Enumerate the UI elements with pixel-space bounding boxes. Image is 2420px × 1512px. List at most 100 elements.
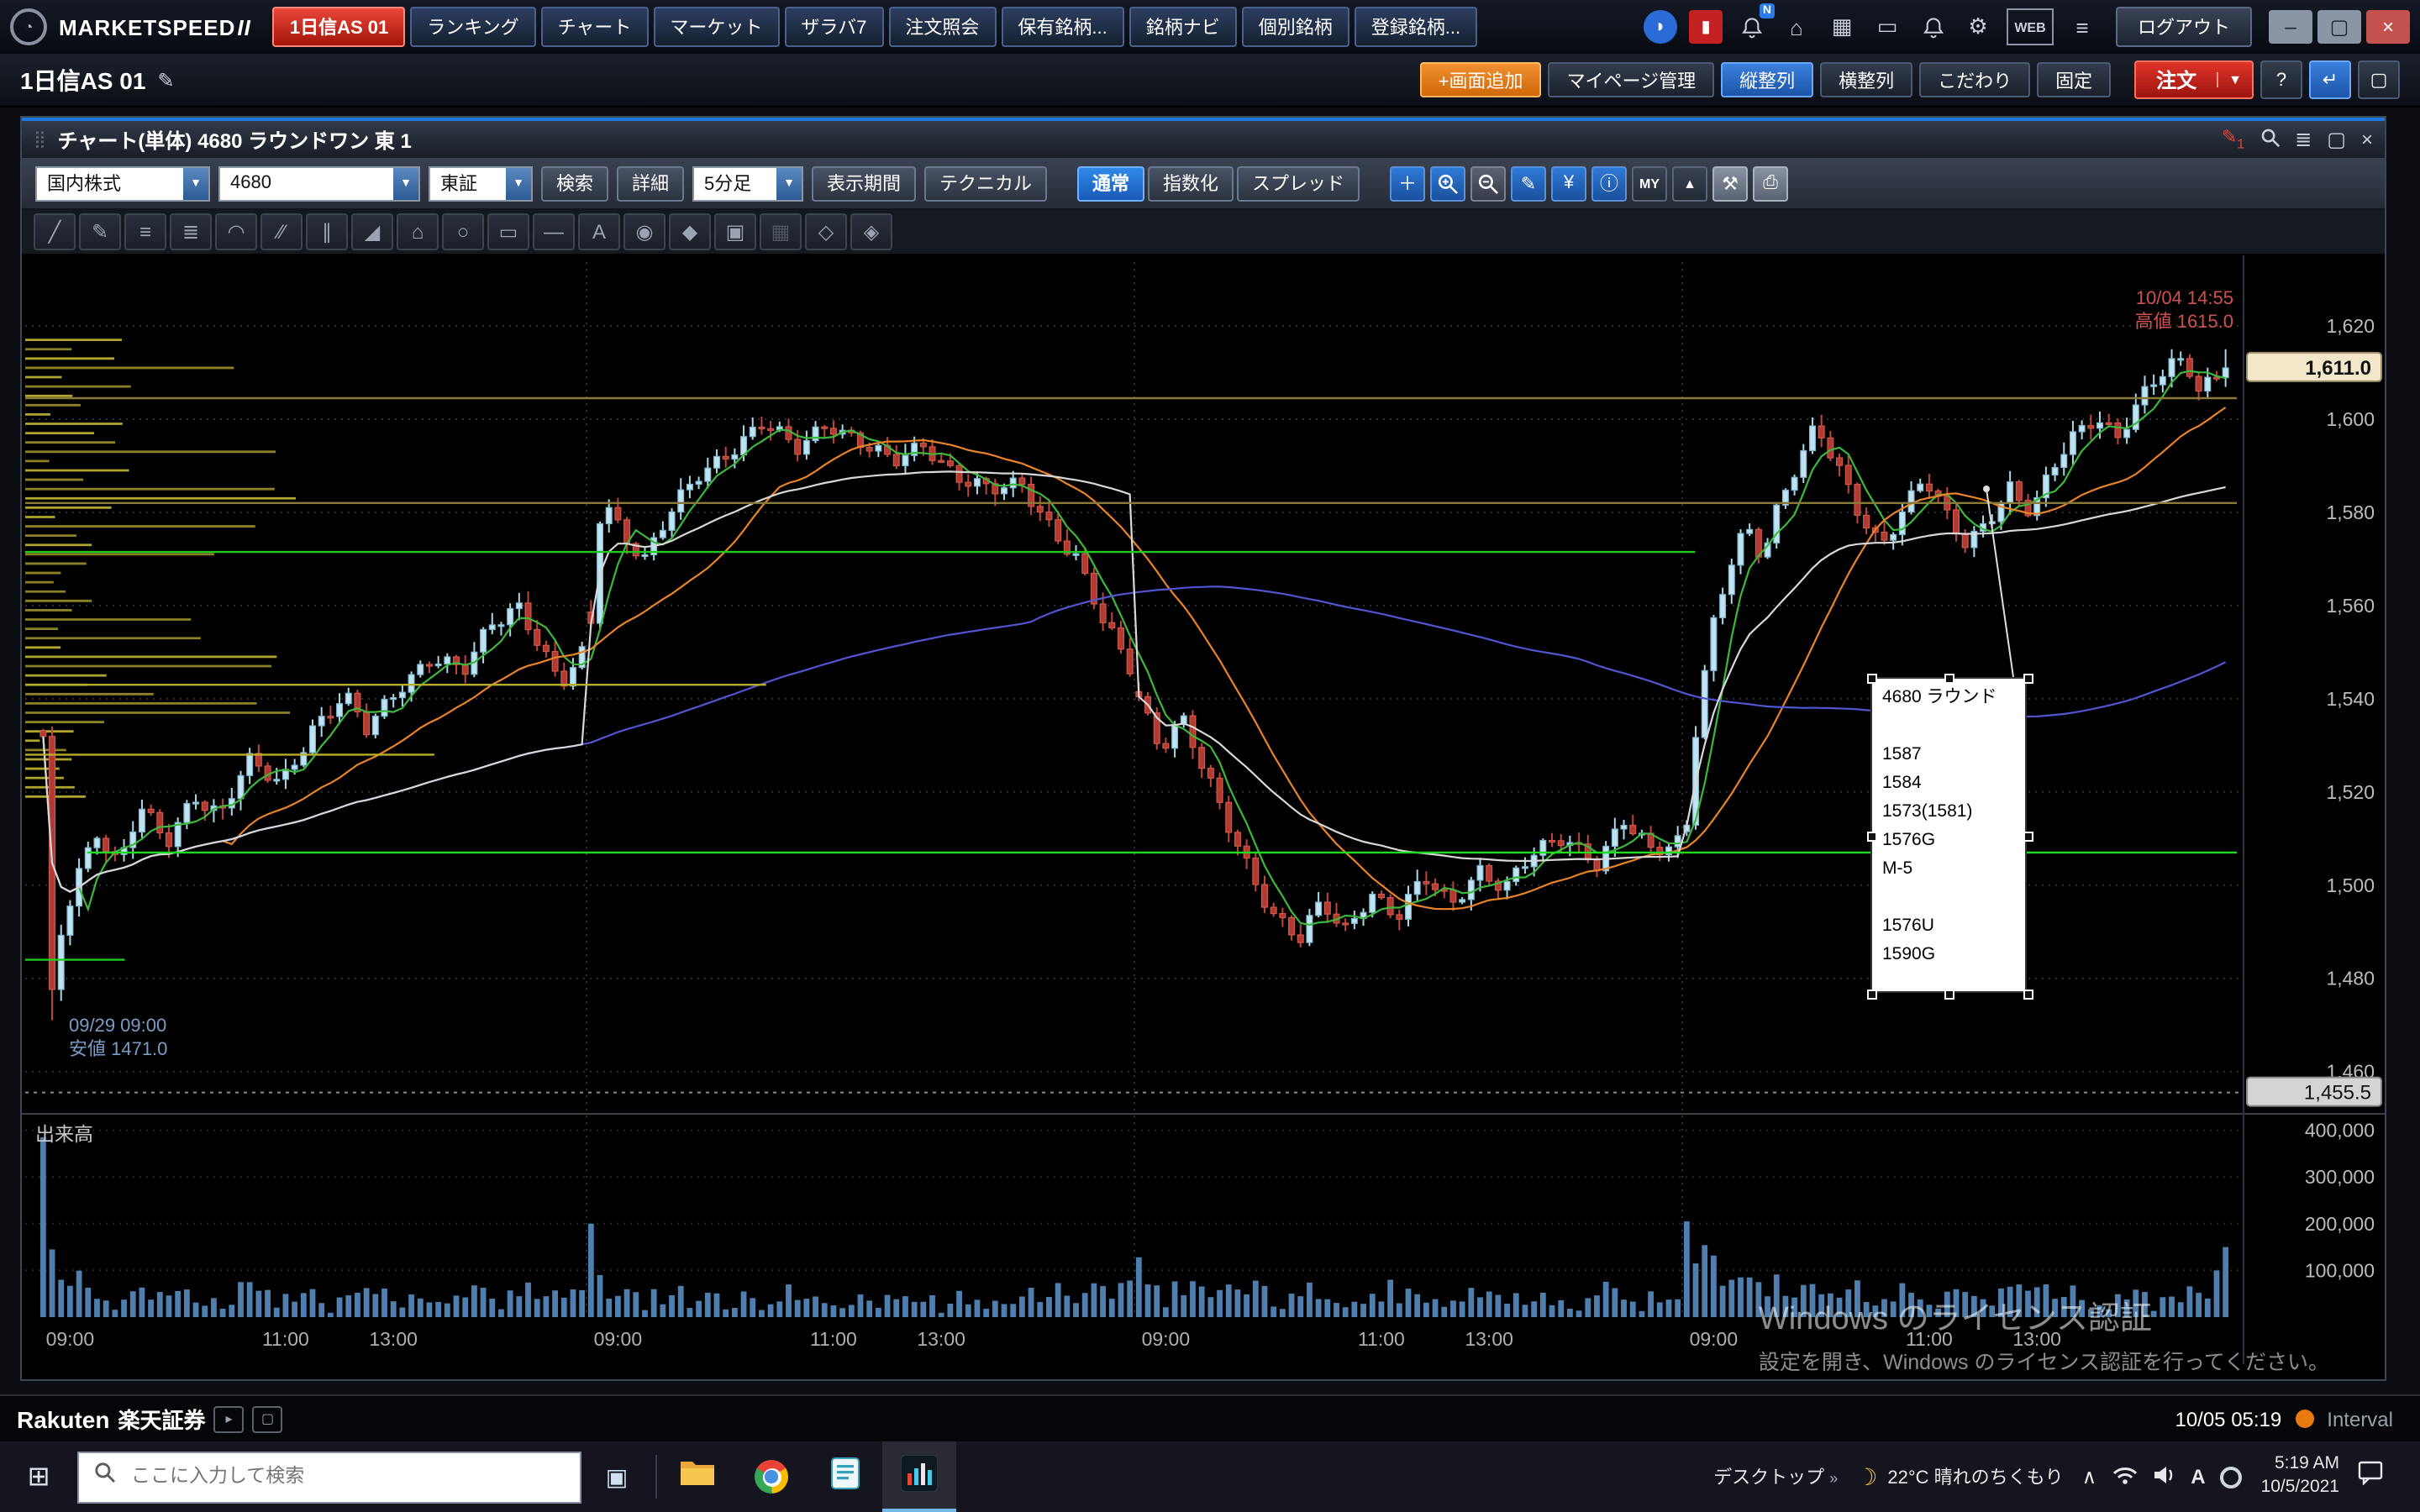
selection-handle[interactable]	[1944, 674, 1954, 684]
window-close-button[interactable]: ×	[2366, 10, 2410, 44]
wifi-icon[interactable]	[2112, 1464, 2137, 1489]
desktop-toolbar-label[interactable]: デスクトップ»	[1713, 1463, 1838, 1490]
hidden-icons-chevron[interactable]: ∧	[2082, 1465, 2097, 1488]
zoom-out-icon[interactable]	[1470, 165, 1506, 201]
selection-handle[interactable]	[2023, 832, 2033, 842]
selection-handle[interactable]	[2023, 990, 2033, 1000]
yen-icon[interactable]: ¥	[1551, 165, 1586, 201]
top-tab[interactable]: ランキング	[410, 7, 535, 47]
top-tab[interactable]: マーケット	[653, 7, 779, 47]
settings-gear-icon[interactable]: ⚙	[1961, 10, 1995, 44]
start-button[interactable]: ⊞	[0, 1441, 77, 1512]
taskbar-search-box[interactable]	[77, 1451, 581, 1503]
return-icon[interactable]: ↵	[2309, 60, 2351, 99]
wrench-icon[interactable]: ⚒	[1712, 165, 1748, 201]
pin-tool-icon[interactable]: ◆	[669, 213, 711, 250]
parallel-lines-tool-icon[interactable]: ∕∕	[260, 213, 302, 250]
chart-search-icon[interactable]	[2260, 127, 2280, 152]
subheader-button[interactable]: +画面追加	[1420, 62, 1542, 97]
top-tab[interactable]: 銘柄ナビ	[1129, 7, 1237, 47]
market-info-icon[interactable]: ◗	[1644, 10, 1677, 44]
draw-pencil-icon[interactable]: ✎	[1511, 165, 1546, 201]
stock-code-input[interactable]: 4680▼	[218, 165, 420, 201]
trend-tool-icon[interactable]: ◢	[351, 213, 393, 250]
speaker-icon[interactable]	[2152, 1464, 2175, 1489]
subheader-button[interactable]: 固定	[2037, 62, 2111, 97]
layers-tool-icon[interactable]: ▦	[760, 213, 802, 250]
top-tab[interactable]: 1日信AS 01	[273, 7, 405, 47]
interval-select[interactable]: 5分足▼	[692, 165, 803, 201]
hlines-tool-icon[interactable]: ≡	[124, 213, 166, 250]
subheader-button[interactable]: 縦整列	[1721, 62, 1813, 97]
notification-bell-icon[interactable]	[1916, 10, 1949, 44]
ime-mode-icon[interactable]: A	[2191, 1465, 2205, 1488]
hlines-bold-tool-icon[interactable]: ≣	[170, 213, 212, 250]
link-indicator-icon[interactable]: ✎1	[2222, 127, 2244, 152]
chart-mode-button[interactable]: 指数化	[1148, 165, 1234, 201]
news-chart-icon[interactable]: ▮	[1689, 10, 1723, 44]
detail-button[interactable]: 詳細	[617, 165, 684, 201]
text-tool-icon[interactable]: A	[578, 213, 620, 250]
selection-handle[interactable]	[1867, 832, 1877, 842]
period-button[interactable]: 表示期間	[812, 165, 916, 201]
top-tab[interactable]: 注文照会	[888, 7, 996, 47]
chart-mode-button[interactable]: 通常	[1077, 165, 1144, 201]
window-restore-button[interactable]: ▢	[2317, 10, 2361, 44]
market-select[interactable]: 国内株式▼	[35, 165, 210, 201]
taskbar-app-chrome[interactable]	[734, 1441, 808, 1512]
media-icon[interactable]: ▭	[1870, 10, 1904, 44]
exchange-select[interactable]: 東証▼	[429, 165, 533, 201]
window-minimize-button[interactable]: –	[2269, 10, 2312, 44]
drag-grip-icon[interactable]: ⣿	[34, 130, 46, 149]
chart-maximize-icon[interactable]: ▢	[2327, 128, 2346, 151]
search-button[interactable]: 検索	[541, 165, 608, 201]
status-layout-icon[interactable]: ▢	[253, 1405, 283, 1432]
chart-annotation-tooltip[interactable]: 4680 ラウンド 158715841573(1581)1576GM-5 157…	[1870, 677, 2027, 993]
curve-tool-icon[interactable]: ◠	[215, 213, 257, 250]
top-tab[interactable]: 個別銘柄	[1242, 7, 1349, 47]
hamburger-menu-icon[interactable]: ≡	[2065, 10, 2099, 44]
selection-handle[interactable]	[1944, 990, 1954, 1000]
chart-window-titlebar[interactable]: ⣿ チャート(単体) 4680 ラウンドワン 東 1 ✎1 ≣ ▢ ×	[22, 118, 2385, 158]
technical-button[interactable]: テクニカル	[924, 165, 1047, 201]
chart-close-icon[interactable]: ×	[2361, 128, 2373, 151]
top-tab[interactable]: 保有銘柄...	[1001, 7, 1123, 47]
zoom-in-icon[interactable]	[1430, 165, 1465, 201]
erase-all-tool-icon[interactable]: ◈	[850, 213, 892, 250]
weather-widget[interactable]: ☽22°C 晴れのちくもり	[1856, 1462, 2063, 1491]
panel-grid-icon[interactable]: ▦	[1825, 10, 1859, 44]
add-pane-icon[interactable]: ＋	[1390, 165, 1425, 201]
line-tool-icon[interactable]: ╱	[34, 213, 76, 250]
info-icon[interactable]: ⓘ	[1591, 165, 1627, 201]
polygon-tool-icon[interactable]: ⌂	[397, 213, 439, 250]
web-icon[interactable]: WEB	[2007, 8, 2054, 45]
subheader-button[interactable]: 横整列	[1820, 62, 1912, 97]
selection-handle[interactable]	[2023, 674, 2033, 684]
taskbar-app-notepad[interactable]	[808, 1441, 882, 1512]
taskbar-app-explorer[interactable]	[660, 1441, 734, 1512]
copy-tool-icon[interactable]: ▣	[714, 213, 756, 250]
my-chart-icon[interactable]: MY	[1632, 165, 1667, 201]
chart-mode-button[interactable]: スプレッド	[1237, 165, 1360, 201]
rect-tool-icon[interactable]: ▭	[487, 213, 529, 250]
logout-button[interactable]: ログアウト	[2116, 7, 2252, 47]
top-tab[interactable]: ザラバ7	[784, 7, 883, 47]
chart-menu-icon[interactable]: ≣	[2295, 128, 2312, 151]
printer-icon[interactable]: ⎙	[1753, 165, 1788, 201]
task-view-button[interactable]: ▣	[581, 1441, 652, 1512]
icon-stamp-tool-icon[interactable]: ◉	[623, 213, 666, 250]
order-button[interactable]: 注文▼	[2134, 60, 2254, 99]
alert-bell-icon[interactable]: N	[1734, 10, 1768, 44]
circle-tool-icon[interactable]: ○	[442, 213, 484, 250]
home-icon[interactable]: ⌂	[1780, 10, 1813, 44]
taskbar-clock[interactable]: 5:19 AM 10/5/2021	[2261, 1454, 2339, 1500]
top-tab[interactable]: チャート	[541, 7, 649, 47]
price-chart[interactable]: 1,6201,6001,5801,5601,5401,5201,5001,480…	[22, 255, 2385, 1379]
top-tab[interactable]: 登録銘柄...	[1355, 7, 1477, 47]
notification-center-icon[interactable]	[2358, 1460, 2383, 1494]
mini-chart-icon[interactable]: ▲	[1672, 165, 1707, 201]
status-expand-icon[interactable]: ▸	[214, 1405, 245, 1432]
hline-tool-icon[interactable]: —	[533, 213, 575, 250]
selection-handle[interactable]	[1867, 674, 1877, 684]
vertical-lines-tool-icon[interactable]: ∥	[306, 213, 348, 250]
